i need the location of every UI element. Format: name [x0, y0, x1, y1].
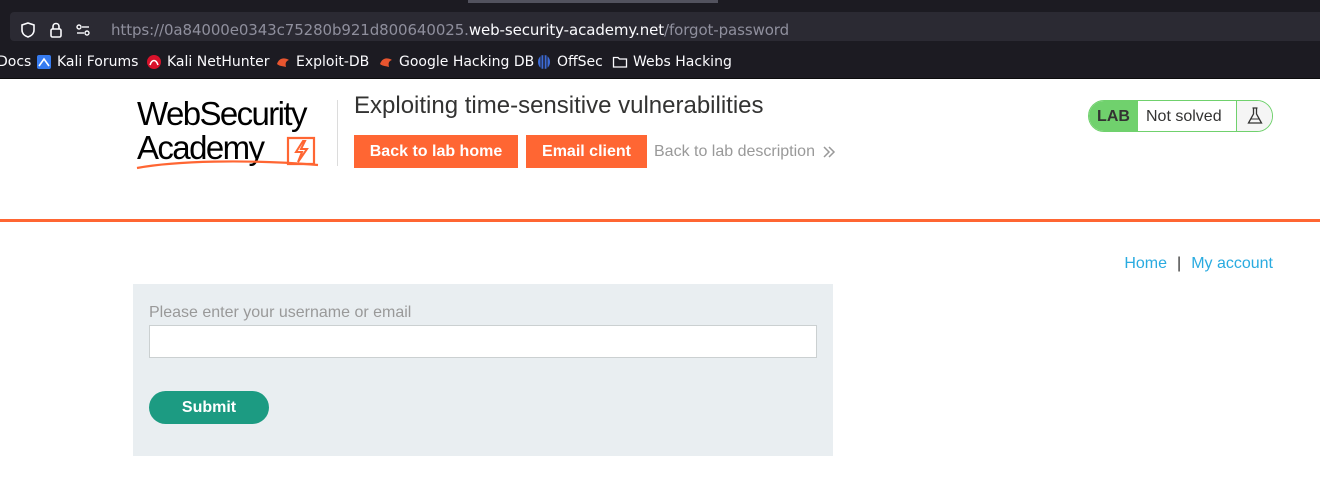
- shield-icon[interactable]: [19, 21, 37, 39]
- header-divider: [337, 100, 338, 166]
- nethunter-icon: [147, 54, 161, 69]
- double-chevron-right-icon: [823, 145, 836, 158]
- bookmark-docs[interactable]: Docs: [0, 45, 31, 78]
- account-nav: Home | My account: [1124, 254, 1273, 273]
- my-account-link[interactable]: My account: [1191, 255, 1273, 272]
- bookmark-label: OffSec: [557, 53, 603, 70]
- bookmark-label: Kali NetHunter: [167, 53, 270, 70]
- lab-flask-box: [1236, 101, 1272, 131]
- bookmark-label: Exploit-DB: [296, 53, 370, 70]
- bookmark-label: Kali Forums: [57, 53, 139, 70]
- url-text[interactable]: https://0a84000e0343c75280b921d800640025…: [111, 21, 789, 40]
- email-client-button[interactable]: Email client: [526, 135, 647, 168]
- lab-badge: LAB: [1089, 101, 1138, 131]
- submit-button[interactable]: Submit: [149, 391, 269, 424]
- address-bar[interactable]: https://0a84000e0343c75280b921d800640025…: [10, 12, 1320, 41]
- exploit-db-icon: [277, 57, 289, 67]
- bookmark-offsec[interactable]: OffSec: [536, 45, 603, 78]
- folder-icon: [612, 56, 628, 68]
- kali-icon: [37, 54, 51, 69]
- nav-separator: |: [1177, 255, 1182, 272]
- offsec-icon: [538, 54, 550, 69]
- permissions-icon[interactable]: [74, 21, 92, 39]
- bookmark-google-hacking-db[interactable]: Google Hacking DB: [378, 45, 534, 78]
- active-tab-indicator: [468, 0, 718, 3]
- bookmark-label: Docs: [0, 53, 32, 70]
- lock-icon[interactable]: [47, 21, 65, 39]
- exploit-db-icon: [380, 57, 392, 67]
- back-to-lab-description-link[interactable]: Back to lab description: [654, 142, 836, 161]
- back-to-lab-description-label: Back to lab description: [654, 143, 815, 160]
- bookmarks-toolbar: Docs Kali Forums Kali NetHunter Exploit-…: [0, 45, 1320, 79]
- bookmark-label: Google Hacking DB: [399, 53, 535, 70]
- bookmark-kali-forums[interactable]: Kali Forums: [36, 45, 138, 78]
- logo-text-line1: WebSecurity: [137, 95, 307, 132]
- bookmark-kali-nethunter[interactable]: Kali NetHunter: [146, 45, 269, 78]
- bookmark-exploit-db[interactable]: Exploit-DB: [275, 45, 369, 78]
- lab-title: Exploiting time-sensitive vulnerabilitie…: [354, 92, 764, 119]
- forgot-password-form: Please enter your username or email Subm…: [133, 284, 833, 456]
- lab-status-text: Not solved: [1146, 108, 1222, 125]
- browser-toolbar: https://0a84000e0343c75280b921d800640025…: [0, 8, 1320, 45]
- url-domain: web-security-academy.net: [468, 21, 665, 39]
- bookmark-folder-webs-hacking[interactable]: Webs Hacking: [612, 45, 732, 78]
- home-link[interactable]: Home: [1124, 255, 1167, 272]
- web-security-academy-logo[interactable]: WebSecurity Academy: [135, 97, 335, 172]
- header-orange-rule: [0, 219, 1320, 222]
- back-to-lab-home-button[interactable]: Back to lab home: [354, 135, 518, 168]
- lab-status-widget: LAB Not solved: [1088, 100, 1273, 132]
- username-email-input[interactable]: [149, 325, 817, 358]
- url-path: /forgot-password: [664, 21, 790, 39]
- url-scheme-prefix: https://0a84000e0343c75280b921d800640025…: [111, 21, 469, 39]
- username-email-label: Please enter your username or email: [149, 304, 412, 321]
- logo-swoosh: [136, 160, 319, 170]
- flask-icon: [1247, 107, 1263, 124]
- bookmark-label: Webs Hacking: [633, 53, 732, 70]
